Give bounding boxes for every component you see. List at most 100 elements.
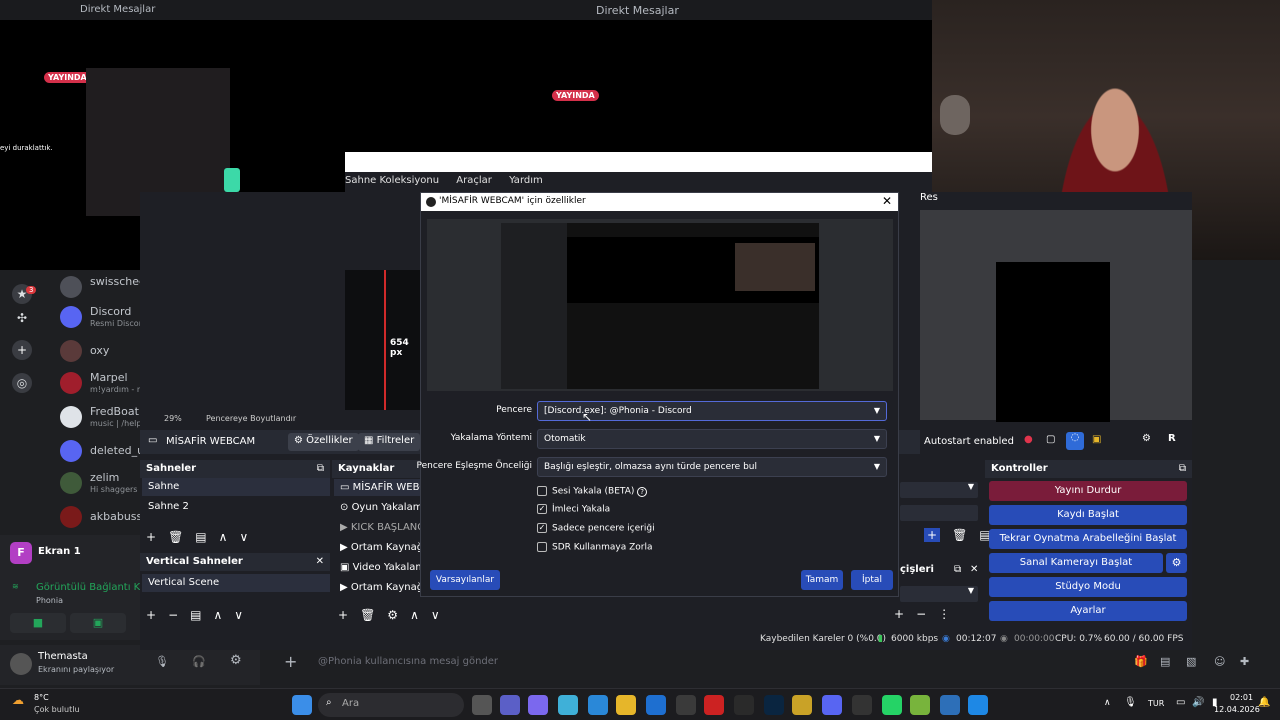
cross-icon[interactable]: ✣ — [12, 308, 32, 328]
up-icon[interactable]: ∧ — [410, 608, 419, 622]
dm-item[interactable]: Discord Resmi Discord — [58, 302, 142, 332]
scene-item[interactable]: Sahne 2 — [142, 498, 330, 516]
fit-window-option[interactable]: Pencereye Boyutlandır — [206, 414, 296, 423]
trash-icon[interactable]: 🗑 — [168, 530, 183, 544]
trash-icon[interactable]: 🗑 — [360, 608, 375, 622]
settings-gear-icon[interactable]: ⚙ — [1142, 433, 1151, 444]
defaults-button[interactable]: Varsayılanlar — [430, 570, 500, 590]
notepad-icon[interactable] — [968, 695, 988, 715]
source-item[interactable]: ▣ Video Yakalama — [334, 559, 420, 576]
scene-item[interactable]: Sahne — [142, 478, 330, 496]
mail-icon[interactable] — [646, 695, 666, 715]
app-icon[interactable] — [734, 695, 754, 715]
app-icon[interactable] — [676, 695, 696, 715]
dropdown-arrow-icon[interactable]: ▼ — [900, 586, 978, 602]
search-box[interactable]: ⌕ Ara — [318, 693, 464, 717]
force-sdr-checkbox[interactable]: SDR Kullanmaya Zorla — [537, 542, 653, 553]
meet-icon[interactable] — [500, 695, 520, 715]
edge-icon[interactable] — [588, 695, 608, 715]
chevron-up-icon[interactable]: ∧ — [1104, 698, 1111, 708]
menu-tools[interactable]: Araçlar — [456, 175, 492, 186]
add-icon[interactable]: + — [146, 608, 156, 622]
mixer-field[interactable] — [900, 505, 978, 521]
match-priority-select[interactable]: Başlığı eşleştir, olmazsa aynı türde pen… — [537, 457, 887, 477]
close-icon[interactable]: ✕ — [316, 556, 324, 567]
properties-button[interactable]: ⚙ Özellikler — [288, 433, 359, 451]
source-item[interactable]: ▶ KICK BAŞLANGIÇ — [334, 519, 420, 536]
photoshop-icon[interactable] — [764, 695, 784, 715]
camera-button[interactable]: ■ — [10, 613, 66, 633]
clock-date[interactable]: 12.04.2026 — [1214, 705, 1260, 714]
filters-button[interactable]: ▦ Filtreler — [358, 433, 421, 451]
autostart-label[interactable]: Autostart enabled — [924, 436, 1014, 447]
source-item[interactable]: ⊙ Oyun Yakalama — [334, 499, 420, 516]
checkbox-box[interactable] — [537, 486, 547, 496]
replay-buffer-button[interactable]: Tekrar Oynatma Arabelleğini Başlat — [989, 529, 1187, 549]
client-area-checkbox[interactable]: ✓ Sadece pencere içeriği — [537, 523, 655, 534]
dm-item[interactable]: swisschees — [58, 272, 142, 302]
capture-audio-checkbox[interactable]: Sesi Yakala (BETA) ? — [537, 486, 647, 497]
folder-icon[interactable]: ▣ — [1092, 434, 1101, 445]
explorer-icon[interactable] — [616, 695, 636, 715]
source-item[interactable]: ▶ Ortam Kaynağı — [334, 579, 420, 596]
record-dot-icon[interactable]: ● — [1024, 434, 1033, 445]
settings-gear-icon[interactable]: ⚙ — [230, 653, 242, 668]
language-indicator[interactable]: TUR — [1148, 699, 1164, 708]
message-input[interactable]: @Phonia kullanıcısına mesaj gönder — [318, 656, 498, 667]
gift-icon[interactable]: 🎁 — [1134, 655, 1148, 668]
copilot-icon[interactable] — [558, 695, 578, 715]
gif-icon[interactable]: ▤ — [1160, 655, 1170, 668]
notification-bell-icon[interactable]: 🔔 — [1258, 697, 1270, 708]
network-icon[interactable]: ▭ — [1176, 697, 1185, 708]
screenshare-button[interactable]: ▣ — [70, 613, 126, 633]
help-icon[interactable]: ? — [637, 486, 647, 497]
app-icon[interactable] — [940, 695, 960, 715]
copy-icon[interactable]: ▤ — [190, 608, 201, 622]
remove-icon[interactable]: − — [168, 608, 178, 622]
sticker-icon[interactable]: ▧ — [1186, 655, 1196, 668]
checkbox-box[interactable]: ✓ — [537, 523, 547, 533]
down-icon[interactable]: ∨ — [431, 608, 440, 622]
dm-item[interactable]: oxy — [58, 336, 140, 366]
stop-streaming-button[interactable]: Yayını Durdur — [989, 481, 1187, 501]
add-icon[interactable]: + — [146, 530, 156, 544]
mic-tray-icon[interactable]: 🎙 — [1124, 697, 1137, 708]
headphones-icon[interactable]: 🎧 — [192, 655, 206, 668]
cancel-button[interactable]: İptal — [851, 570, 893, 590]
obs-icon[interactable] — [852, 695, 872, 715]
studio-mode-button[interactable]: Stüdyo Modu — [989, 577, 1187, 597]
add-icon[interactable]: + — [894, 607, 904, 621]
add-server-icon[interactable]: + — [12, 340, 32, 360]
add-icon[interactable]: + — [924, 528, 941, 542]
virtual-camera-button[interactable]: Sanal Kamerayı Başlat — [989, 553, 1163, 573]
source-item[interactable]: ▭ MİSAFİR WEBCAM — [334, 479, 420, 496]
checkbox-box[interactable] — [537, 542, 547, 552]
r-icon[interactable]: R — [1168, 433, 1176, 444]
menu-help[interactable]: Yardım — [509, 175, 543, 186]
close-icon[interactable]: ✕ — [970, 564, 978, 575]
capture-method-select[interactable]: Otomatik ▼ — [537, 429, 887, 449]
apps-icon[interactable]: ✚ — [1240, 655, 1249, 668]
start-icon[interactable] — [292, 695, 312, 715]
app-icon[interactable] — [910, 695, 930, 715]
discord-icon[interactable] — [822, 695, 842, 715]
opera-icon[interactable] — [704, 695, 724, 715]
down-icon[interactable]: ∨ — [239, 530, 248, 544]
undock-icon[interactable]: ⧉ — [1179, 463, 1186, 474]
vertical-scene-item[interactable]: Vertical Scene — [142, 574, 330, 592]
dm-item[interactable]: deleted_u — [58, 436, 142, 466]
checkbox-box[interactable]: ✓ — [537, 504, 547, 514]
task-view-icon[interactable] — [472, 695, 492, 715]
add-icon[interactable]: + — [338, 608, 348, 622]
dm-item[interactable]: FredBoat music | /help — [58, 402, 141, 432]
app-icon[interactable] — [792, 695, 812, 715]
plus-icon[interactable]: + — [284, 652, 297, 671]
menu-dots-icon[interactable]: ⋮ — [938, 607, 950, 621]
up-icon[interactable]: ∧ — [219, 530, 228, 544]
copy-icon[interactable]: ▤ — [195, 530, 206, 544]
virtual-camera-settings-icon[interactable]: ⚙ — [1166, 553, 1187, 573]
remove-icon[interactable]: − — [916, 607, 926, 621]
undock-icon[interactable]: ⧉ — [317, 463, 324, 474]
menu-scene-collection[interactable]: Sahne Koleksiyonu — [345, 175, 439, 186]
square-icon[interactable]: ▢ — [1046, 434, 1055, 445]
